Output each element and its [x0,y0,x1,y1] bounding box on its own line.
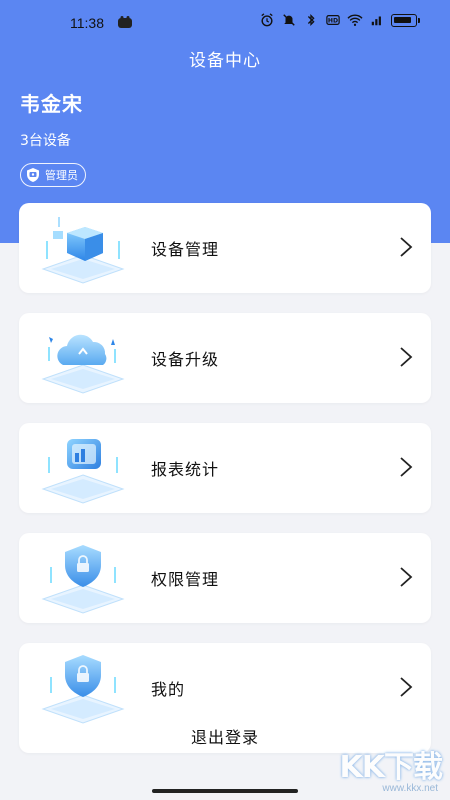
bluetooth-icon [307,14,315,26]
user-name: 韦金宋 [20,92,83,116]
status-bar: 11:38 HD [0,0,450,44]
cube-icon [41,217,125,284]
chevron-right-icon [400,347,413,367]
menu-item-label: 设备管理 [151,240,220,259]
menu-item-report-statistics[interactable]: 报表统计 [19,423,431,513]
report-chart-icon [41,439,125,504]
watermark-url: www.kkx.net [382,783,438,794]
menu-item-device-upgrade[interactable]: 设备升级 [19,313,431,403]
device-count: 3台设备 [20,133,71,149]
svg-text:HD: HD [328,18,338,25]
chevron-right-icon [400,237,413,257]
menu-item-device-management[interactable]: 设备管理 [19,203,431,293]
role-badge: 管理员 [20,163,86,187]
page-title: 设备中心 [189,51,261,71]
shield-lock-icon [41,545,125,614]
wifi-icon [347,14,363,26]
battery-tip [418,17,420,23]
shield-lock-icon [41,655,125,724]
chevron-right-icon [400,457,413,477]
hd-icon: HD [326,15,340,25]
signal-icon [371,16,381,26]
menu-item-label: 设备升级 [151,350,220,369]
chevron-right-icon [400,567,413,587]
app-notification-icon [118,16,132,28]
menu-item-permission-management[interactable]: 权限管理 [19,533,431,623]
menu-item-label: 我的 [151,680,186,699]
home-indicator[interactable] [152,789,298,793]
admin-icon [27,168,39,182]
mute-icon [283,14,295,26]
menu-item-label: 报表统计 [151,460,220,479]
battery-icon [391,13,417,27]
chevron-right-icon [400,677,413,697]
status-time: 11:38 [70,15,104,31]
role-label: 管理员 [45,169,78,182]
watermark-logo: KK下载 [339,750,443,785]
menu-item-label: 权限管理 [151,570,220,589]
status-icons: HD [259,13,420,27]
cloud-upgrade-icon [41,334,125,394]
alarm-icon [261,13,273,27]
